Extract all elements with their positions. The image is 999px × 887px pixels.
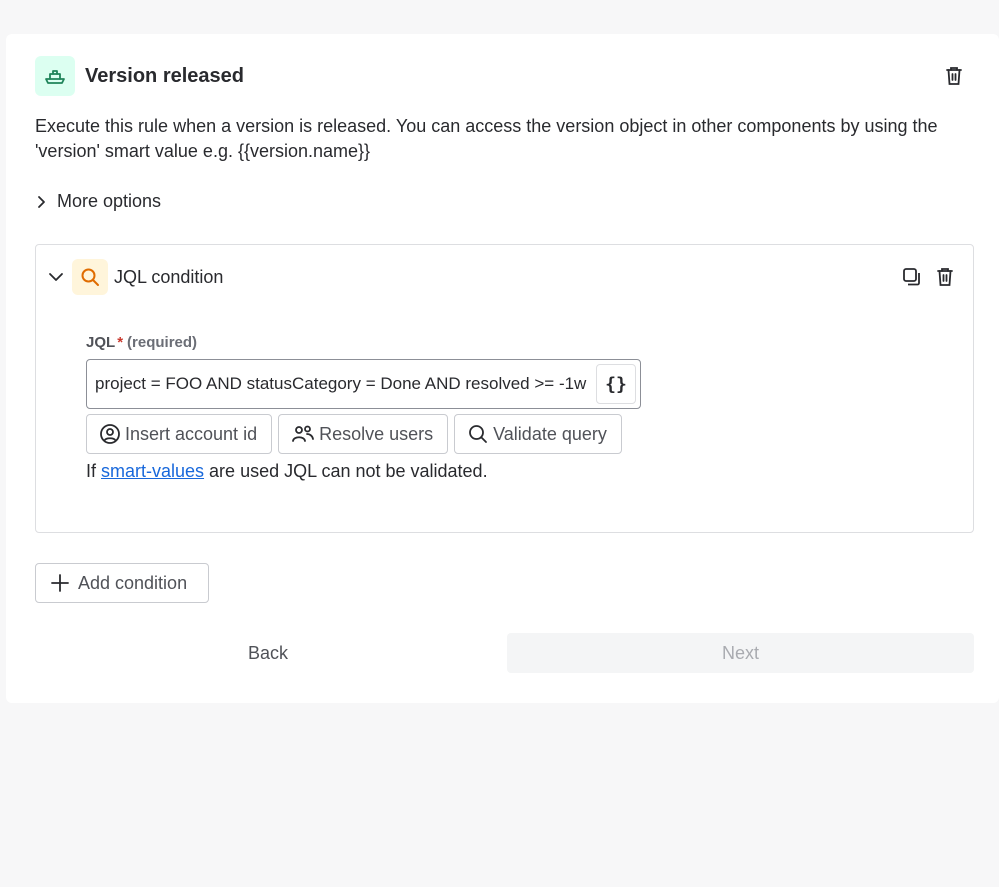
add-condition-button[interactable]: Add condition [35, 563, 209, 603]
jql-actions: Insert account id Resolve users Validate… [86, 414, 628, 454]
validate-query-button[interactable]: Validate query [454, 414, 622, 454]
validate-query-label: Validate query [493, 423, 607, 444]
search-icon [469, 425, 488, 443]
jql-condition-card: JQL condition JQL * (required) project = F… [35, 244, 974, 533]
resolve-users-button[interactable]: Resolve users [278, 414, 449, 454]
condition-header: JQL condition [48, 259, 223, 295]
required-mark: * [117, 334, 124, 351]
jql-field-label: JQL * (required) [86, 334, 197, 351]
trash-icon [937, 268, 953, 286]
delete-condition-button[interactable] [931, 263, 959, 291]
trash-icon [946, 67, 962, 85]
add-condition-label: Add condition [78, 572, 188, 593]
trigger-title: Version released [85, 64, 244, 87]
search-icon [72, 259, 108, 295]
rule-panel: Version released Execute this rule when … [6, 34, 999, 703]
resolve-users-label: Resolve users [319, 423, 434, 444]
more-options-toggle[interactable]: More options [35, 191, 161, 212]
jql-label-text: JQL [86, 334, 116, 351]
required-text: (required) [127, 334, 198, 351]
hint-suffix: are used JQL can not be validated. [204, 461, 488, 481]
trigger-description: Execute this rule when a version is rele… [35, 116, 938, 161]
people-icon [292, 425, 314, 442]
chevron-right-icon [38, 195, 45, 208]
smart-value-button[interactable]: {} [596, 364, 636, 404]
jql-input-value[interactable]: project = FOO AND statusCategory = Done … [87, 374, 596, 394]
ship-icon [35, 56, 75, 96]
jql-input[interactable]: project = FOO AND statusCategory = Done … [86, 359, 641, 409]
delete-trigger-button[interactable] [940, 62, 968, 90]
user-circle-icon [100, 424, 120, 444]
copy-icon [903, 268, 920, 286]
duplicate-condition-button[interactable] [898, 263, 926, 291]
smart-values-link[interactable]: smart-values [101, 461, 204, 481]
insert-account-id-button[interactable]: Insert account id [86, 414, 273, 454]
hint-prefix: If [86, 461, 102, 481]
condition-title: JQL condition [114, 266, 224, 287]
insert-account-id-label: Insert account id [125, 423, 258, 444]
plus-icon [51, 574, 69, 592]
trigger-header: Version released [35, 56, 244, 96]
smart-values-hint: If smart-values are used JQL can not be … [86, 461, 488, 482]
more-options-label: More options [57, 191, 162, 211]
next-button[interactable]: Next [507, 633, 974, 673]
chevron-down-icon[interactable] [48, 271, 64, 283]
back-button[interactable]: Back [35, 633, 501, 673]
